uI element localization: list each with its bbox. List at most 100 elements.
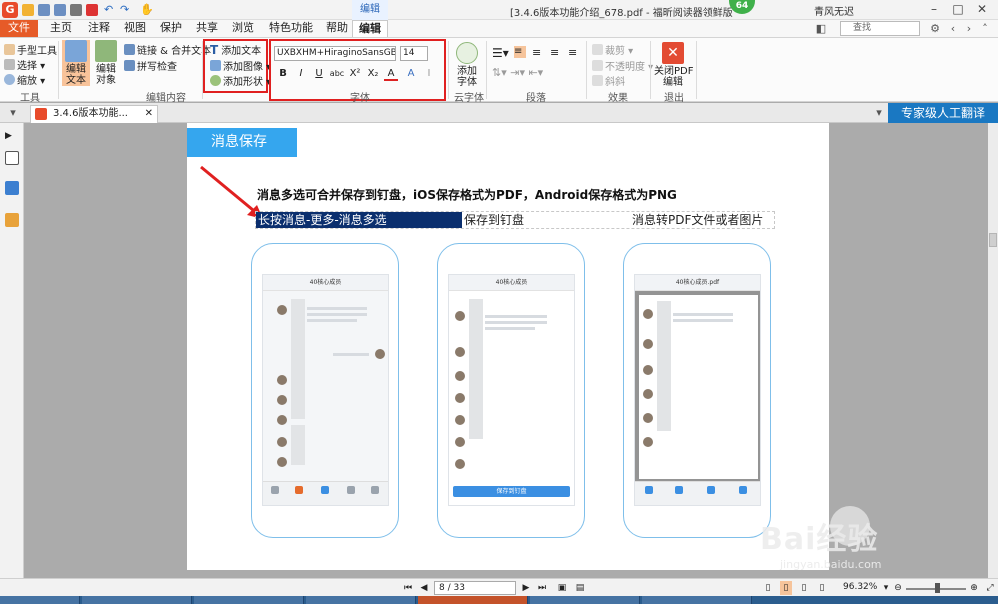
bullet-list-button[interactable]: ☰▾	[492, 46, 509, 60]
hand-tool-button[interactable]: 手型工具	[4, 42, 57, 57]
save-icon[interactable]	[38, 4, 50, 16]
subtitle-row[interactable]: 长按消息-更多-消息多选 保存到钉盘 消息转PDF文件或者图片	[255, 211, 775, 229]
bookmark-icon[interactable]	[5, 151, 19, 165]
justify-button[interactable]: ≡	[568, 46, 577, 59]
forward-icon[interactable]	[271, 486, 279, 494]
text-size-button[interactable]: A	[404, 67, 418, 81]
document-tab[interactable]: 3.4.6版本功能... ✕	[30, 105, 158, 123]
zoom-in-button[interactable]: ⊕	[968, 581, 980, 595]
comments-icon[interactable]	[5, 213, 19, 227]
first-page-button[interactable]: ⏮	[402, 581, 414, 595]
add-shape-button[interactable]: 添加形状 ▾	[210, 73, 271, 88]
tab-share[interactable]: 共享	[190, 20, 224, 37]
skew-button[interactable]: 斜斜	[592, 73, 625, 88]
refresh-icon[interactable]	[645, 486, 653, 494]
redo-icon[interactable]: ↷	[120, 4, 132, 16]
align-right-button[interactable]: ≡	[550, 46, 559, 59]
crop-button[interactable]: 裁剪 ▾	[592, 42, 633, 57]
save-as-icon[interactable]	[54, 4, 66, 16]
hand-tool-icon[interactable]: ✋	[140, 4, 154, 16]
tab-view[interactable]: 视图	[118, 20, 152, 37]
zoom-slider-handle[interactable]	[935, 583, 940, 593]
prev-page-button[interactable]: ◀	[418, 581, 430, 595]
subscript-button[interactable]: X₂	[366, 67, 380, 81]
align-center-button[interactable]: ≡	[532, 46, 541, 59]
tab-menu-icon[interactable]: ▾	[872, 106, 886, 120]
page-number-input[interactable]: 8 / 33	[434, 581, 516, 595]
line-spacing-button[interactable]: ⇅▾ ⇥▾ ⇤▾	[492, 66, 543, 79]
view-mode-icon[interactable]: ▣	[556, 581, 568, 595]
taskbar-item[interactable]	[82, 596, 192, 604]
tab-home[interactable]: 主页	[44, 20, 78, 37]
tab-protect[interactable]: 保护	[154, 20, 188, 37]
bold-button[interactable]: B	[276, 67, 290, 81]
last-page-button[interactable]: ⏭	[536, 581, 548, 595]
spell-check-button[interactable]: 拼写检查	[124, 58, 177, 73]
subtitle-right[interactable]: 消息转PDF文件或者图片	[632, 212, 763, 228]
search-input[interactable]: 查找	[840, 21, 920, 36]
close-pdf-edit-button[interactable]: ✕ 关闭PDF 编辑	[654, 42, 693, 88]
continuous-page-icon[interactable]: ▯	[780, 581, 792, 595]
cover-page-icon[interactable]: ▯	[816, 581, 828, 595]
settings-icon[interactable]: ⚙	[928, 22, 942, 36]
subtitle-selected[interactable]: 长按消息-更多-消息多选	[256, 212, 462, 228]
tab-browse[interactable]: 浏览	[226, 20, 260, 37]
underline-button[interactable]: U	[312, 67, 326, 81]
taskbar-item[interactable]	[306, 596, 416, 604]
add-text-button[interactable]: T 添加文本	[210, 42, 261, 57]
phone-mockup-2[interactable]: 40核心成员 保存到钉盘	[437, 243, 585, 538]
tab-help[interactable]: 帮助	[320, 20, 354, 37]
zoom-out-button[interactable]: ⊖	[892, 581, 904, 595]
skin-icon[interactable]: ◧	[814, 22, 828, 36]
phone-mockup-1[interactable]: 40核心成员	[251, 243, 399, 538]
select-button[interactable]: 选择 ▾	[4, 57, 45, 72]
italic-button[interactable]: I	[294, 67, 308, 81]
vertical-scrollbar[interactable]	[988, 123, 998, 578]
share-icon[interactable]	[707, 486, 715, 494]
zoom-menu-icon[interactable]: ▾	[880, 581, 892, 595]
restore-button[interactable]: □	[946, 0, 970, 20]
scroll-thumb[interactable]	[989, 233, 997, 247]
taskbar-item[interactable]	[642, 596, 752, 604]
taskbar-item[interactable]	[530, 596, 640, 604]
save-to-pin-button[interactable]: 保存到钉盘	[453, 486, 570, 497]
save-pin-icon[interactable]	[295, 486, 303, 494]
mail-icon[interactable]	[347, 486, 355, 494]
open-icon[interactable]	[22, 4, 34, 16]
send-icon[interactable]	[675, 486, 683, 494]
strikethrough-button[interactable]: abc	[328, 67, 346, 81]
tab-comment[interactable]: 注释	[82, 20, 116, 37]
rotate-icon[interactable]: ▤	[574, 581, 586, 595]
save-icon[interactable]	[739, 486, 747, 494]
pages-icon[interactable]	[5, 181, 19, 195]
prev-result-icon[interactable]: ‹	[946, 22, 960, 36]
close-button[interactable]: ✕	[970, 0, 994, 20]
add-font-button[interactable]: 添加 字体	[452, 42, 482, 88]
cloud-icon[interactable]	[321, 486, 329, 494]
single-page-icon[interactable]: ▯	[762, 581, 774, 595]
facing-page-icon[interactable]: ▯	[798, 581, 810, 595]
collapse-ribbon-icon[interactable]: ˄	[978, 22, 992, 36]
taskbar-item[interactable]	[194, 596, 304, 604]
tab-edit[interactable]: 编辑	[352, 20, 388, 37]
superscript-button[interactable]: X²	[348, 67, 362, 81]
text-indent-button[interactable]: I	[422, 67, 436, 81]
font-color-button[interactable]: A	[384, 67, 398, 81]
tab-features[interactable]: 特色功能	[262, 20, 320, 37]
print-icon[interactable]	[70, 4, 82, 16]
opacity-button[interactable]: 不透明度 ▾	[592, 58, 653, 73]
link-merge-button[interactable]: 链接 & 合并文本	[124, 42, 211, 57]
zoom-level[interactable]: 96.32%	[843, 582, 877, 592]
zoom-button[interactable]: 缩放 ▾	[4, 72, 45, 87]
foxit-logo-icon[interactable]: G	[2, 2, 18, 18]
taskbar-item[interactable]	[0, 596, 80, 604]
undo-icon[interactable]: ↶	[104, 4, 116, 16]
tab-list-icon[interactable]: ▾	[6, 106, 20, 120]
tab-file[interactable]: 文件	[0, 20, 38, 37]
new-doc-icon[interactable]	[86, 4, 98, 16]
expert-translation-button[interactable]: 专家级人工翻译	[888, 103, 998, 123]
add-image-button[interactable]: 添加图像 ▾	[210, 58, 271, 73]
next-result-icon[interactable]: ›	[962, 22, 976, 36]
taskbar-item[interactable]	[418, 596, 528, 604]
align-left-button[interactable]: ≡	[514, 46, 526, 58]
